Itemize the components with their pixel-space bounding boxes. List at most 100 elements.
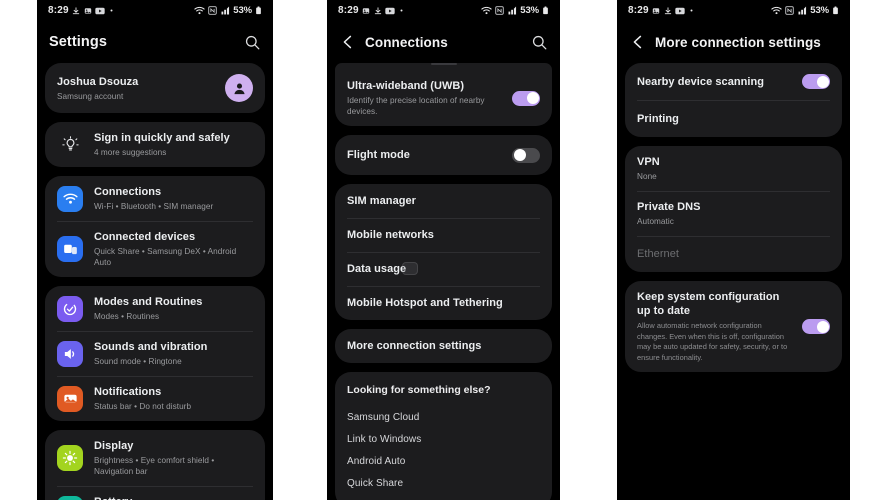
nearby-device-scanning-toggle[interactable] <box>802 74 830 89</box>
status-bar: 8:29 53% <box>37 0 273 21</box>
setting-row-keep-system-configuration[interactable]: Keep system configuration up to date All… <box>625 281 842 372</box>
screenshot-stage: 8:29 53% Settings Joshua Dsouza Samsung … <box>0 0 889 500</box>
row-subtitle: Identify the precise location of nearby … <box>347 96 485 116</box>
avatar[interactable] <box>225 74 253 102</box>
status-bar: 8:29 53% <box>327 0 560 21</box>
youtube-icon <box>675 7 685 14</box>
row-title: Printing <box>637 112 679 125</box>
wifi-tile-icon <box>57 185 83 212</box>
signal-icon <box>221 6 230 15</box>
account-row[interactable]: Joshua Dsouza Samsung account <box>45 63 265 113</box>
row-title: Ethernet <box>637 248 679 260</box>
item-title: Battery <box>94 495 253 500</box>
more-connection-settings-card: More connection settings <box>335 329 552 363</box>
more-settings-scroll[interactable]: Nearby device scanning Printing VPN None <box>617 63 850 372</box>
network-group-card: SIM manager Mobile networks Data usage M… <box>335 184 552 320</box>
chevron-left-icon[interactable] <box>339 33 357 51</box>
flight-mode-toggle[interactable] <box>512 147 540 163</box>
connections-header: Connections <box>327 21 560 63</box>
row-title: Data usage <box>347 263 407 275</box>
row-subtitle: None <box>637 172 657 181</box>
search-icon[interactable] <box>244 34 261 51</box>
setting-row-flight-mode[interactable]: Flight mode <box>335 135 552 175</box>
flight-mode-card: Flight mode <box>335 135 552 175</box>
dot-icon <box>400 9 403 12</box>
search-icon[interactable] <box>531 34 548 51</box>
link-quick-share[interactable]: Quick Share <box>347 472 540 494</box>
lightbulb-icon <box>57 132 83 158</box>
row-title: More connection settings <box>347 340 482 352</box>
item-subtitle: Quick Share • Samsung DeX • Android Auto <box>94 247 237 267</box>
item-title: Sounds and vibration <box>94 341 208 353</box>
status-bar: 8:29 53% <box>617 0 850 21</box>
gallery-icon <box>363 7 370 14</box>
setting-row-printing[interactable]: Printing <box>625 100 842 137</box>
settings-header: Settings <box>37 21 273 63</box>
item-title: Display <box>94 440 134 452</box>
keep-config-card: Keep system configuration up to date All… <box>625 281 842 372</box>
suggestion-row[interactable]: Sign in quickly and safely 4 more sugges… <box>45 122 265 167</box>
toggle-knob <box>816 320 829 333</box>
battery-percent: 53% <box>520 5 539 16</box>
page-title: Settings <box>49 34 107 50</box>
row-title: Keep system configuration up to date <box>637 291 780 317</box>
settings-item-battery[interactable]: Battery Power saving • Charging <box>45 486 265 500</box>
setting-row-private-dns[interactable]: Private DNS Automatic <box>625 191 842 236</box>
settings-item-modes-and-routines[interactable]: Modes and Routines Modes • Routines <box>45 286 265 331</box>
item-title: Modes and Routines <box>94 296 203 308</box>
looking-for-card: Looking for something else? Samsung Clou… <box>335 372 552 500</box>
row-description: Allow automatic network configuration ch… <box>637 321 788 362</box>
link-link-to-windows[interactable]: Link to Windows <box>347 428 540 450</box>
devices-tile-icon <box>57 236 83 262</box>
link-android-auto[interactable]: Android Auto <box>347 450 540 472</box>
item-title: Connected devices <box>94 231 196 243</box>
status-bar-time: 8:29 <box>628 5 649 16</box>
keep-system-configuration-toggle[interactable] <box>802 319 830 334</box>
scrolled-card-peek <box>335 63 552 70</box>
chevron-left-icon[interactable] <box>629 33 647 51</box>
connections-scroll[interactable]: Ultra-wideband (UWB) Identify the precis… <box>327 70 560 500</box>
gallery-icon <box>653 7 660 14</box>
item-subtitle: Brightness • Eye comfort shield • Naviga… <box>94 456 215 476</box>
setting-row-mobile-hotspot[interactable]: Mobile Hotspot and Tethering <box>335 286 552 320</box>
wifi-icon <box>771 6 782 15</box>
setting-row-vpn[interactable]: VPN None <box>625 146 842 191</box>
modes-tile-icon <box>57 295 83 322</box>
account-card[interactable]: Joshua Dsouza Samsung account <box>45 63 265 113</box>
suggestion-card[interactable]: Sign in quickly and safely 4 more sugges… <box>45 122 265 167</box>
phone-screen-settings: 8:29 53% Settings Joshua Dsouza Samsung … <box>37 0 273 500</box>
settings-item-notifications[interactable]: Notifications Status bar • Do not distur… <box>45 376 265 421</box>
toggle-knob <box>513 149 526 161</box>
toggle-knob <box>526 92 539 104</box>
youtube-icon <box>95 7 105 14</box>
item-subtitle: Modes • Routines <box>94 312 160 321</box>
setting-row-data-usage[interactable]: Data usage <box>335 252 552 286</box>
settings-item-sounds-and-vibration[interactable]: Sounds and vibration Sound mode • Ringto… <box>45 331 265 376</box>
nfc-icon <box>495 6 505 15</box>
gallery-icon <box>84 7 92 14</box>
setting-row-sim-manager[interactable]: SIM manager <box>335 184 552 218</box>
scanning-group-card: Nearby device scanning Printing <box>625 63 842 137</box>
dot-icon <box>110 9 113 12</box>
wifi-icon <box>481 6 492 15</box>
setting-row-more-connection-settings[interactable]: More connection settings <box>335 329 552 363</box>
settings-scroll[interactable]: Joshua Dsouza Samsung account Sign in qu… <box>37 63 273 500</box>
settings-item-connections[interactable]: Connections Wi-Fi • Bluetooth • SIM mana… <box>45 176 265 221</box>
wifi-icon <box>194 6 205 15</box>
setting-row-uwb[interactable]: Ultra-wideband (UWB) Identify the precis… <box>335 70 552 126</box>
signal-icon <box>508 6 517 15</box>
item-title: Notifications <box>94 386 162 398</box>
battery-icon <box>833 6 838 15</box>
row-title: Private DNS <box>637 201 701 213</box>
settings-item-display[interactable]: Display Brightness • Eye comfort shield … <box>45 430 265 486</box>
row-title: SIM manager <box>347 195 417 207</box>
person-icon <box>233 83 245 94</box>
settings-item-connected-devices[interactable]: Connected devices Quick Share • Samsung … <box>45 221 265 277</box>
dot-icon <box>690 9 693 12</box>
signal-icon <box>798 6 807 15</box>
status-bar-time: 8:29 <box>338 5 359 16</box>
link-samsung-cloud[interactable]: Samsung Cloud <box>347 406 540 428</box>
uwb-toggle[interactable] <box>512 90 540 106</box>
setting-row-nearby-device-scanning[interactable]: Nearby device scanning <box>625 63 842 100</box>
setting-row-mobile-networks[interactable]: Mobile networks <box>335 218 552 252</box>
